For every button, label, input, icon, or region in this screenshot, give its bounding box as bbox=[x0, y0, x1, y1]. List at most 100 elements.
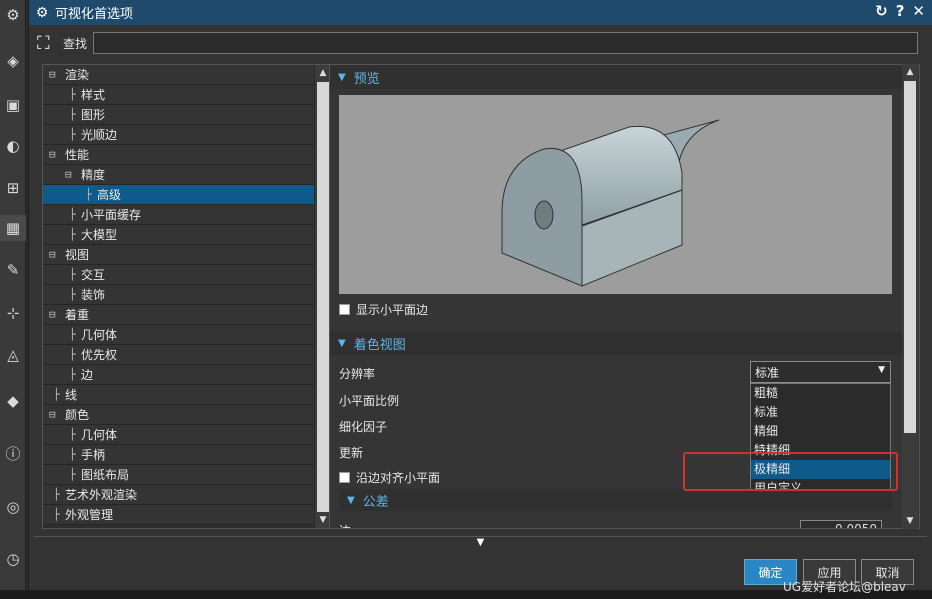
refine-factor-label: 细化因子 bbox=[339, 420, 388, 434]
shaded-view-heading: 着色视图 bbox=[353, 337, 406, 353]
tree-item[interactable]: ├ 外观管理 bbox=[43, 505, 315, 525]
tree-item-label: 性能 bbox=[65, 148, 90, 162]
tree-item[interactable]: ├ 小平面缓存 bbox=[43, 205, 315, 225]
scroll-thumb[interactable] bbox=[317, 82, 329, 512]
tree-item-label: 高级 bbox=[97, 188, 122, 202]
checkbox-box[interactable] bbox=[339, 472, 350, 483]
update-label: 更新 bbox=[339, 446, 364, 460]
tree-connector: ├ bbox=[69, 428, 76, 441]
tree-item[interactable]: ├ 优先权 bbox=[43, 345, 315, 365]
preview-section-header[interactable]: ▼ 预览 bbox=[330, 65, 904, 89]
option-coarse[interactable]: 粗糙 bbox=[751, 384, 890, 403]
tree-connector: ├ bbox=[69, 88, 76, 101]
tree-item-label: 手柄 bbox=[81, 448, 106, 462]
settings-scrollbar[interactable]: ▲ ▼ bbox=[902, 64, 918, 529]
tree-item[interactable]: ⊟ 精度 bbox=[43, 165, 315, 185]
tree-item-label: 光顺边 bbox=[81, 128, 118, 142]
tree-item[interactable]: ├ 装饰 bbox=[43, 285, 315, 305]
collapse-toggle-icon[interactable]: ⊟ bbox=[49, 145, 56, 165]
search-input[interactable] bbox=[93, 32, 919, 54]
chevron-down-icon: ▼ bbox=[878, 365, 885, 375]
search-bar: ⛶ 查找 bbox=[37, 31, 919, 55]
tree-item[interactable]: ├ 样式 bbox=[43, 85, 315, 105]
search-label: 查找 bbox=[63, 36, 88, 51]
tree-item[interactable]: ├ 交互 bbox=[43, 265, 315, 285]
tree-item-label: 几何体 bbox=[81, 328, 118, 342]
caret-down-icon[interactable]: ▼ bbox=[477, 537, 485, 551]
expand-more-bar[interactable]: ▼ bbox=[34, 536, 927, 551]
binoculars-icon: ⛶ bbox=[37, 32, 50, 54]
info-icon[interactable]: ⓘ bbox=[0, 440, 26, 466]
tree-item[interactable]: ├ 光顺边 bbox=[43, 125, 315, 145]
tree-connector: ├ bbox=[69, 448, 76, 461]
reset-icon[interactable]: ↻ bbox=[875, 2, 888, 20]
edge-tolerance-input[interactable]: 0.0050 bbox=[800, 520, 882, 528]
sketch-icon[interactable]: ◬ bbox=[0, 342, 26, 368]
tree-connector: ├ bbox=[69, 228, 76, 241]
option-fine[interactable]: 精细 bbox=[751, 422, 890, 441]
tree-item[interactable]: ├ 高级 bbox=[43, 185, 315, 205]
tree-item[interactable]: ├ 几何体 bbox=[43, 325, 315, 345]
dialog-title: 可视化首选项 bbox=[55, 7, 134, 22]
tree-item[interactable]: ⊟ 渲染 bbox=[43, 65, 315, 85]
preference-tree: ⊟ 渲染 ├ 样式 ├ 图形 ├ 光顺边 ⊟ 性能 ⊟ 精度 ├ 高级 ├ 小平面缓存 ├ 大模型 ⊟ 视图 ├ 交互 ├ 装… bbox=[42, 64, 331, 529]
tree-connector: ├ bbox=[69, 288, 76, 301]
resolution-select[interactable]: 标准 ▼ bbox=[750, 361, 891, 383]
tolerance-section-header[interactable]: ▼ 公差 bbox=[339, 489, 892, 511]
tree-connector: ├ bbox=[69, 108, 76, 121]
scroll-up-icon[interactable]: ▲ bbox=[902, 64, 918, 80]
collapse-toggle-icon[interactable]: ⊟ bbox=[49, 245, 56, 265]
tree-item[interactable]: ⊟ 着重 bbox=[43, 305, 315, 325]
gear-icon[interactable]: ⚙ bbox=[0, 2, 26, 28]
show-facet-edges-checkbox[interactable]: 显示小平面边 bbox=[339, 301, 428, 318]
tolerance-heading: 公差 bbox=[362, 494, 389, 510]
clock-icon[interactable]: ◷ bbox=[0, 546, 26, 572]
collapse-icon: ▼ bbox=[347, 494, 355, 506]
scroll-thumb[interactable] bbox=[904, 81, 916, 433]
close-icon[interactable]: ✕ bbox=[912, 2, 925, 20]
constraint-icon[interactable]: ⊹ bbox=[0, 300, 26, 326]
tree-item[interactable]: ⊟ 性能 bbox=[43, 145, 315, 165]
show-facet-edges-label: 显示小平面边 bbox=[356, 303, 429, 317]
tree-item-label: 小平面缓存 bbox=[81, 208, 142, 222]
collapse-toggle-icon[interactable]: ⊟ bbox=[49, 305, 56, 325]
tree-item[interactable]: ├ 大模型 bbox=[43, 225, 315, 245]
resolution-value: 标准 bbox=[755, 365, 780, 380]
preview-heading: 预览 bbox=[353, 71, 380, 87]
globe-icon[interactable]: ◎ bbox=[0, 494, 26, 520]
checkbox-box[interactable] bbox=[339, 304, 350, 315]
assembly-icon[interactable]: ▣ bbox=[0, 92, 26, 118]
tree-item-label: 几何体 bbox=[81, 428, 118, 442]
tree-scrollbar[interactable]: ▲ ▼ bbox=[314, 65, 330, 528]
tree-item[interactable]: ⊟ 颜色 bbox=[43, 405, 315, 425]
tree-item[interactable]: ├ 艺术外观渲染 bbox=[43, 485, 315, 505]
tree-item[interactable]: ├ 几何体 bbox=[43, 425, 315, 445]
collapse-toggle-icon[interactable]: ⊟ bbox=[49, 405, 56, 425]
tree-item-label: 艺术外观渲染 bbox=[65, 488, 138, 502]
collapse-toggle-icon[interactable]: ⊟ bbox=[65, 165, 72, 185]
preview-viewport bbox=[339, 95, 892, 294]
tree-item[interactable]: ├ 图纸布局 bbox=[43, 465, 315, 485]
tree-item[interactable]: ├ 手柄 bbox=[43, 445, 315, 465]
tree-connector: ├ bbox=[69, 348, 76, 361]
tools-icon[interactable]: ✎ bbox=[0, 257, 26, 283]
shaded-view-section-header[interactable]: ▼ 着色视图 bbox=[330, 331, 904, 355]
table-icon[interactable]: ▦ bbox=[0, 215, 26, 241]
tree-item-label: 渲染 bbox=[65, 68, 90, 82]
collapse-toggle-icon[interactable]: ⊟ bbox=[49, 65, 56, 85]
tree-item[interactable]: ⊟ 视图 bbox=[43, 245, 315, 265]
resolution-label: 分辨率 bbox=[339, 367, 376, 381]
part-icon[interactable]: ◈ bbox=[0, 48, 26, 74]
tree-item[interactable]: ├ 图形 bbox=[43, 105, 315, 125]
hierarchy-icon[interactable]: ⊞ bbox=[0, 175, 26, 201]
help-icon[interactable]: ? bbox=[896, 2, 905, 20]
tree-connector: ├ bbox=[69, 208, 76, 221]
option-standard[interactable]: 标准 bbox=[751, 403, 890, 422]
align-edges-checkbox[interactable]: 沿边对齐小平面 bbox=[339, 469, 440, 486]
tree-item[interactable]: ├ 线 bbox=[43, 385, 315, 405]
layer-icon[interactable]: ◆ bbox=[0, 388, 26, 414]
scroll-down-icon[interactable]: ▼ bbox=[902, 513, 918, 529]
surface-icon[interactable]: ◐ bbox=[0, 133, 26, 159]
tree-item[interactable]: ├ 边 bbox=[43, 365, 315, 385]
gear-icon: ⚙ bbox=[35, 4, 49, 21]
